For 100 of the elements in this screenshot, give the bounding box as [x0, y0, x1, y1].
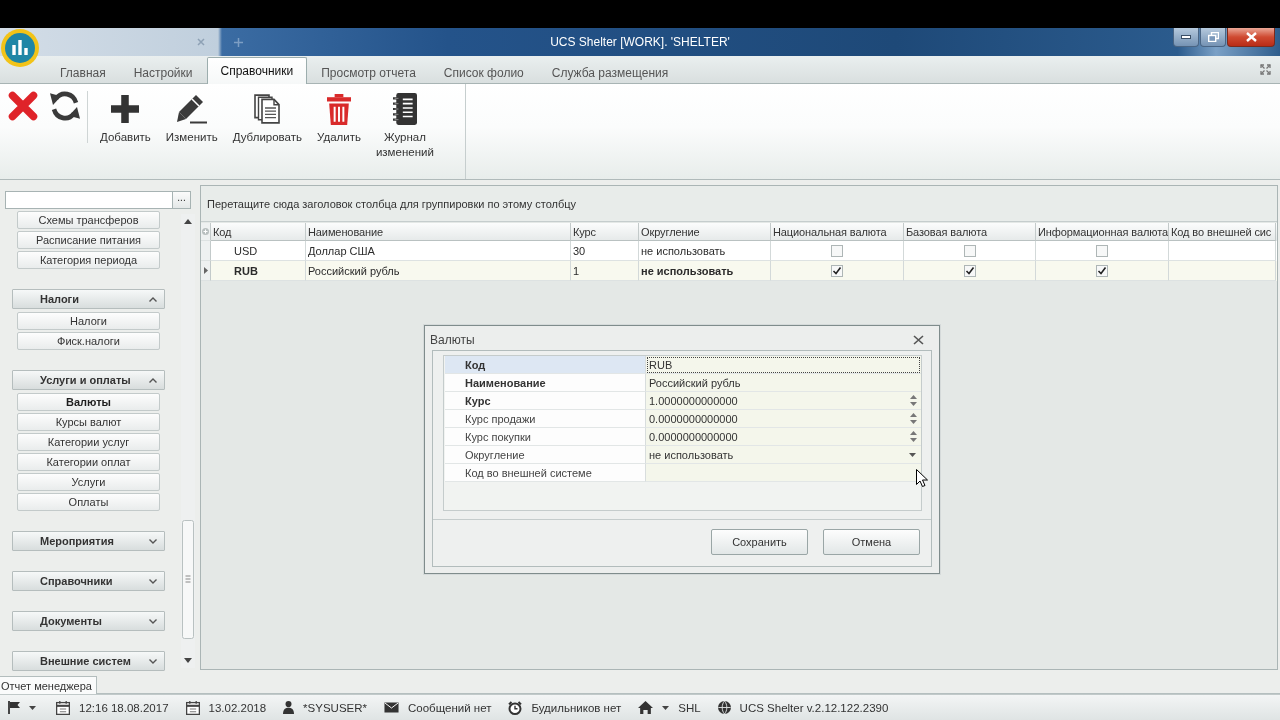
- dialog-button[interactable]: Сохранить: [711, 529, 808, 555]
- nav-item[interactable]: Услуги: [17, 473, 160, 491]
- dropdown-arrow-icon[interactable]: [909, 452, 916, 457]
- field-label: Курс: [445, 392, 646, 410]
- flag-icon[interactable]: [8, 701, 20, 714]
- nav-item[interactable]: Оплаты: [17, 493, 160, 511]
- field-label: Код: [445, 356, 646, 374]
- tab[interactable]: Список фолио: [429, 60, 538, 84]
- table-cell: не использовать: [639, 261, 771, 281]
- nav-item[interactable]: Валюты: [17, 393, 160, 411]
- nav-item[interactable]: Категории оплат: [17, 453, 160, 471]
- notebook-icon: [392, 93, 417, 125]
- nav-item[interactable]: Курсы валют: [17, 413, 160, 431]
- spin-button[interactable]: [909, 430, 918, 443]
- chevron-down-icon[interactable]: [149, 538, 157, 544]
- tab[interactable]: Справочники: [206, 57, 308, 84]
- group-hint: Перетащите сюда заголовок столбца для группировки по этому столбцу: [207, 197, 577, 210]
- status-text: *SYSUSER*: [303, 701, 367, 714]
- close-icon[interactable]: [913, 334, 924, 345]
- nav-item[interactable]: Схемы трансферов: [17, 211, 160, 229]
- checkbox[interactable]: [831, 264, 843, 277]
- nav-item[interactable]: Расписание питания: [17, 231, 160, 249]
- chevron-up-icon[interactable]: [149, 296, 157, 302]
- tab[interactable]: Служба размещения: [537, 60, 683, 84]
- input-field[interactable]: Российский рубль: [646, 374, 921, 392]
- field-label: Округление: [445, 446, 646, 464]
- close-button[interactable]: [1227, 28, 1275, 47]
- pencil-icon: [176, 94, 208, 124]
- expand-arrows-icon[interactable]: [1260, 64, 1271, 75]
- search-field[interactable]: [5, 191, 173, 209]
- triangle-icon: [203, 267, 208, 274]
- status-text: SHL: [678, 701, 701, 714]
- dialog-button[interactable]: Отмена: [823, 529, 920, 555]
- field-label: Курс продажи: [445, 410, 646, 428]
- nav-item[interactable]: Фиск.налоги: [17, 332, 160, 350]
- caret-icon[interactable]: [662, 705, 670, 710]
- group-header[interactable]: Мероприятия: [12, 531, 165, 551]
- change-log-button[interactable]: Журнал изменений: [371, 91, 438, 160]
- group-header[interactable]: Справочники: [12, 571, 165, 591]
- home-icon[interactable]: [638, 701, 654, 714]
- nav-item[interactable]: Категория периода: [17, 251, 160, 269]
- input-field[interactable]: RUB: [646, 356, 921, 374]
- tab[interactable]: Главная: [46, 60, 120, 84]
- calendar-icon: [56, 700, 70, 715]
- input-field[interactable]: 0.0000000000000: [646, 410, 921, 428]
- browse-button[interactable]: ...: [173, 191, 191, 209]
- delete-button[interactable]: Удалить: [313, 91, 365, 145]
- duplicate-button[interactable]: Дублировать: [228, 91, 306, 145]
- close-icon: [1245, 32, 1257, 42]
- input-field[interactable]: [646, 464, 921, 482]
- input-field[interactable]: не использовать: [646, 446, 921, 464]
- restore-button[interactable]: [1200, 28, 1226, 47]
- edit-button[interactable]: Изменить: [161, 91, 222, 145]
- document-tab[interactable]: Отчет менеджера: [0, 676, 97, 694]
- minimize-button[interactable]: [1173, 28, 1199, 47]
- person-icon: [283, 701, 295, 714]
- plus-icon: [111, 95, 140, 123]
- add-button[interactable]: Добавить: [96, 91, 155, 145]
- chevron-down-icon[interactable]: [149, 578, 157, 584]
- cancel-button[interactable]: [8, 91, 38, 121]
- group-header[interactable]: Услуги и оплаты: [12, 370, 165, 390]
- caret-icon[interactable]: [29, 705, 36, 710]
- chevron-down-icon[interactable]: [149, 618, 157, 624]
- alarm-clock-icon: [508, 700, 523, 715]
- row-indicator[interactable]: [201, 261, 211, 281]
- checkbox[interactable]: [963, 244, 976, 257]
- checkbox[interactable]: [1096, 244, 1108, 257]
- calendar-icon: [185, 700, 200, 715]
- checkbox[interactable]: [831, 244, 843, 257]
- group-header[interactable]: Документы: [12, 611, 165, 631]
- chevron-down-icon[interactable]: [149, 658, 157, 664]
- refresh-icon: [50, 91, 80, 121]
- status-text: Будильников нет: [531, 701, 622, 714]
- chevron-up-icon[interactable]: [149, 377, 157, 383]
- field-label: Наименование: [445, 374, 646, 392]
- tab[interactable]: Настройки: [119, 60, 207, 84]
- spin-button[interactable]: [909, 394, 918, 407]
- refresh-button[interactable]: [50, 91, 80, 121]
- checkbox[interactable]: [963, 264, 976, 277]
- status-text: UCS Shelter v.2.12.122.2390: [739, 701, 889, 714]
- field-label: Курс покупки: [445, 428, 646, 446]
- spin-button[interactable]: [909, 412, 918, 425]
- group-header[interactable]: Внешние систем: [12, 651, 165, 671]
- field-label: Код во внешней системе: [445, 464, 646, 482]
- cross-icon: [8, 91, 38, 121]
- status-text: Сообщений нет: [408, 701, 492, 714]
- status-text: 13.02.2018: [208, 701, 267, 714]
- dialog-title: Валюты: [430, 332, 475, 347]
- status-text: 12:16 18.08.2017: [79, 701, 169, 714]
- nav-item[interactable]: Категории услуг: [17, 433, 160, 451]
- restore-icon: [1207, 32, 1219, 42]
- checkbox[interactable]: [1096, 264, 1108, 277]
- input-field[interactable]: 0.0000000000000: [646, 428, 921, 446]
- tab[interactable]: Просмотр отчета: [307, 60, 430, 84]
- nav-item[interactable]: Налоги: [17, 312, 160, 330]
- input-field[interactable]: 1.0000000000000: [646, 392, 921, 410]
- window-title: UCS Shelter [WORK]. 'SHELTER': [550, 35, 730, 49]
- mouse-pointer-icon: [916, 469, 928, 487]
- group-header[interactable]: Налоги: [12, 289, 165, 309]
- minimize-icon: [1181, 35, 1191, 39]
